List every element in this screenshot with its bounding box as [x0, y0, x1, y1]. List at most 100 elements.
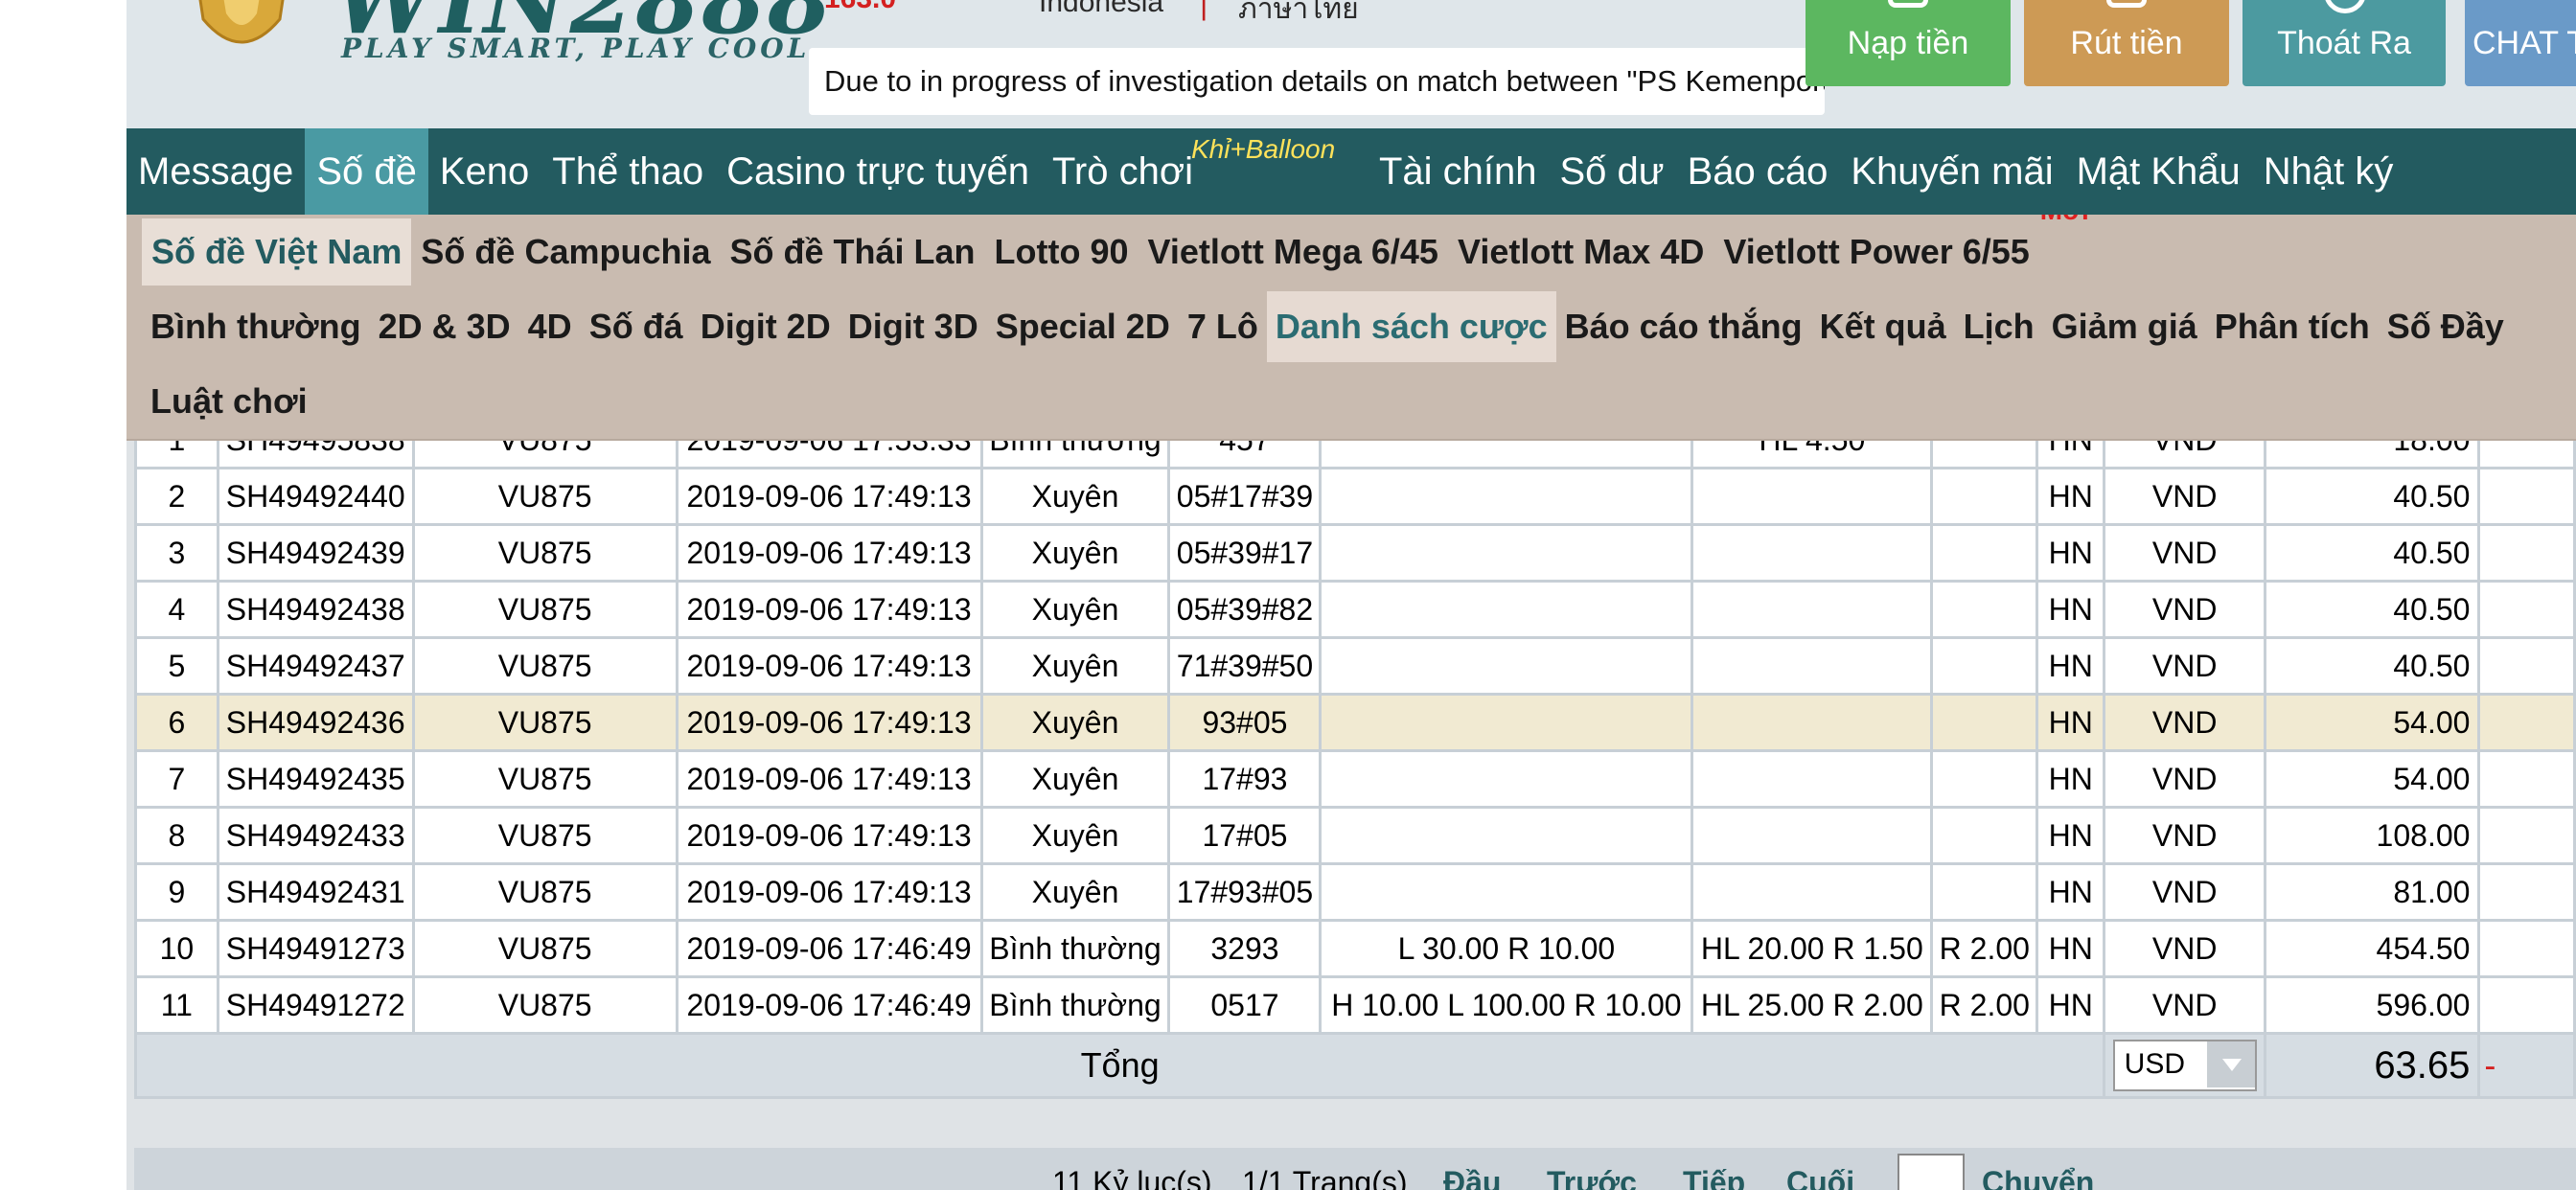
tab-discount[interactable]: Giảm giá: [2043, 291, 2206, 362]
cell-bet-time: 2019-09-06 17:49:13: [675, 523, 983, 583]
tab-so-da[interactable]: Số đá: [581, 291, 692, 362]
table-row: 7 SH49492435 VU875 2019-09-06 17:49:13 Xuyên…: [134, 749, 2576, 809]
cell-bet-type: Bình thường: [979, 441, 1171, 469]
bet-list-panel: 1SH49495838VU8752019-09-06 17:53:33Bình …: [126, 441, 2576, 1190]
live-chat-button[interactable]: CHAT TRỰC TUYẾN: [2465, 0, 2576, 86]
cell-currency: VND: [2103, 862, 2267, 922]
cell-extra: [1930, 636, 2039, 696]
cell-bet-number: 17#05: [1167, 806, 1322, 865]
last-page-link[interactable]: Cuối: [1786, 1165, 1854, 1190]
cell-row-number: 4: [134, 580, 219, 639]
language-divider: |: [1200, 0, 1208, 21]
withdraw-button[interactable]: Rút tiền: [2024, 0, 2229, 86]
cell-amount: 54.00: [2264, 693, 2481, 752]
cell-bet-detail: [1319, 862, 1694, 922]
wallet-icon: [1888, 0, 1928, 8]
cell-ticket-id: SH49492433: [216, 806, 415, 865]
logo-tagline: PLAY SMART, PLAY COOL: [341, 33, 811, 64]
cell-bet-type: Xuyên: [979, 636, 1171, 696]
cell-bet-number: 05#39#82: [1167, 580, 1322, 639]
nav-games[interactable]: Trò chơi Khỉ+Balloon: [1041, 128, 1335, 215]
previous-page-link[interactable]: Trước: [1547, 1165, 1637, 1190]
deposit-label: Nạp tiền: [1847, 25, 1969, 61]
cell-extra: [1930, 693, 2039, 752]
nav-promotions[interactable]: Khuyến mãi: [1839, 128, 2064, 215]
table-row: 8 SH49492433 VU875 2019-09-06 17:49:13 Xuyên…: [134, 806, 2576, 865]
tab-2d-3d[interactable]: 2D & 3D: [370, 291, 519, 362]
header: WIN2888 PLAY SMART, PLAY COOL 163.0 Indo…: [126, 0, 2576, 128]
tab-analysis[interactable]: Phân tích: [2206, 291, 2379, 362]
tab-normal[interactable]: Bình thường: [142, 291, 370, 362]
tab-digit-2d[interactable]: Digit 2D: [692, 291, 840, 362]
cell-ticket-id: SH49492435: [216, 749, 415, 809]
nav-finance[interactable]: Tài chính: [1368, 128, 1549, 215]
nav-keno[interactable]: Keno: [428, 128, 540, 215]
logout-label: Thoát Ra: [2277, 25, 2411, 61]
cell-bet-time: 2019-09-06 17:53:33: [675, 441, 983, 469]
logout-button[interactable]: Thoát Ra: [2242, 0, 2446, 86]
nav-reports[interactable]: Báo cáo: [1676, 128, 1840, 215]
cell-bet-type: Bình thường: [979, 975, 1171, 1035]
subnav-cambodia[interactable]: Số đề Campuchia: [411, 218, 720, 286]
subnav-max-4d[interactable]: Vietlott Max 4D: [1448, 218, 1714, 286]
next-page-link[interactable]: Tiếp: [1683, 1165, 1745, 1190]
cell-trailing: [2477, 975, 2576, 1035]
table-row: 11 SH49491272 VU875 2019-09-06 17:46:49 Bình…: [134, 975, 2576, 1035]
cell-odds: [1690, 580, 1934, 639]
tab-7-lo[interactable]: 7 Lô: [1179, 291, 1267, 362]
cell-odds: [1690, 523, 1934, 583]
go-to-page-link[interactable]: Chuyển: [1982, 1165, 2094, 1190]
tab-digit-3d[interactable]: Digit 3D: [840, 291, 987, 362]
subnav-thailand[interactable]: Số đề Thái Lan: [720, 218, 984, 286]
cell-trailing: [2477, 636, 2576, 696]
cell-row-number: 10: [134, 919, 219, 978]
cell-bet-detail: L 30.00 R 10.00: [1319, 919, 1694, 978]
nav-sports[interactable]: Thể thao: [540, 128, 715, 215]
tab-special-2d[interactable]: Special 2D: [987, 291, 1179, 362]
tab-rules[interactable]: Luật chơi: [142, 366, 316, 437]
cell-username: VU875: [411, 749, 678, 809]
cell-bet-detail: [1319, 441, 1694, 469]
nav-message[interactable]: Message: [126, 128, 305, 215]
nav-password[interactable]: Mật Khẩu: [2065, 128, 2252, 215]
cell-region: HN: [2036, 749, 2106, 809]
cell-trailing: [2477, 467, 2576, 526]
cell-bet-detail: [1319, 523, 1694, 583]
cell-username: VU875: [411, 919, 678, 978]
subnav-lotto-90[interactable]: Lotto 90: [985, 218, 1138, 286]
cell-odds: [1690, 862, 1934, 922]
cell-ticket-id: SH49492438: [216, 580, 415, 639]
language-thai-link[interactable]: ภาษาไทย: [1238, 0, 1359, 32]
currency-select[interactable]: USD: [2112, 1040, 2257, 1091]
tab-schedule[interactable]: Lịch: [1955, 291, 2043, 362]
subnav-mega-645[interactable]: Vietlott Mega 6/45: [1138, 218, 1448, 286]
cell-extra: [1930, 749, 2039, 809]
nav-log[interactable]: Nhật ký: [2252, 128, 2405, 215]
live-chat-label: CHAT TRỰC TUYẾN: [2472, 25, 2576, 61]
deposit-button[interactable]: Nạp tiền: [1806, 0, 2011, 86]
tab-4d[interactable]: 4D: [519, 291, 581, 362]
cell-bet-time: 2019-09-06 17:49:13: [675, 636, 983, 696]
nav-balance[interactable]: Số dư: [1549, 128, 1676, 215]
nav-live-casino[interactable]: Casino trực tuyến: [715, 128, 1041, 215]
cell-extra: [1930, 862, 2039, 922]
cell-currency: VND: [2103, 636, 2267, 696]
cell-amount: 40.50: [2264, 580, 2481, 639]
tab-full-numbers[interactable]: Số Đầy: [2379, 291, 2513, 362]
nav-lottery[interactable]: Số đề: [305, 128, 428, 215]
cell-amount: 108.00: [2264, 806, 2481, 865]
page-jump-input[interactable]: [1898, 1154, 1965, 1190]
tab-bet-list[interactable]: Danh sách cược: [1266, 291, 1556, 362]
tab-results[interactable]: Kết quả: [1811, 291, 1955, 362]
main-nav: Message Số đề Keno Thể thao Casino trực tuyế…: [126, 128, 2576, 215]
cell-currency: VND: [2103, 749, 2267, 809]
balance-value: 163.0: [824, 0, 896, 15]
subnav-power-655[interactable]: Vietlott Power 6/55 Mới: [1714, 215, 2088, 286]
subnav-vietnam[interactable]: Số đề Việt Nam: [142, 218, 412, 286]
cell-ticket-id: SH49492439: [216, 523, 415, 583]
cell-region: HN: [2036, 806, 2106, 865]
language-indonesia-link[interactable]: Indonesia: [1039, 0, 1163, 19]
tab-win-report[interactable]: Báo cáo thắng: [1556, 291, 1811, 362]
power-icon: [2324, 0, 2366, 13]
first-page-link[interactable]: Đầu: [1443, 1165, 1501, 1190]
